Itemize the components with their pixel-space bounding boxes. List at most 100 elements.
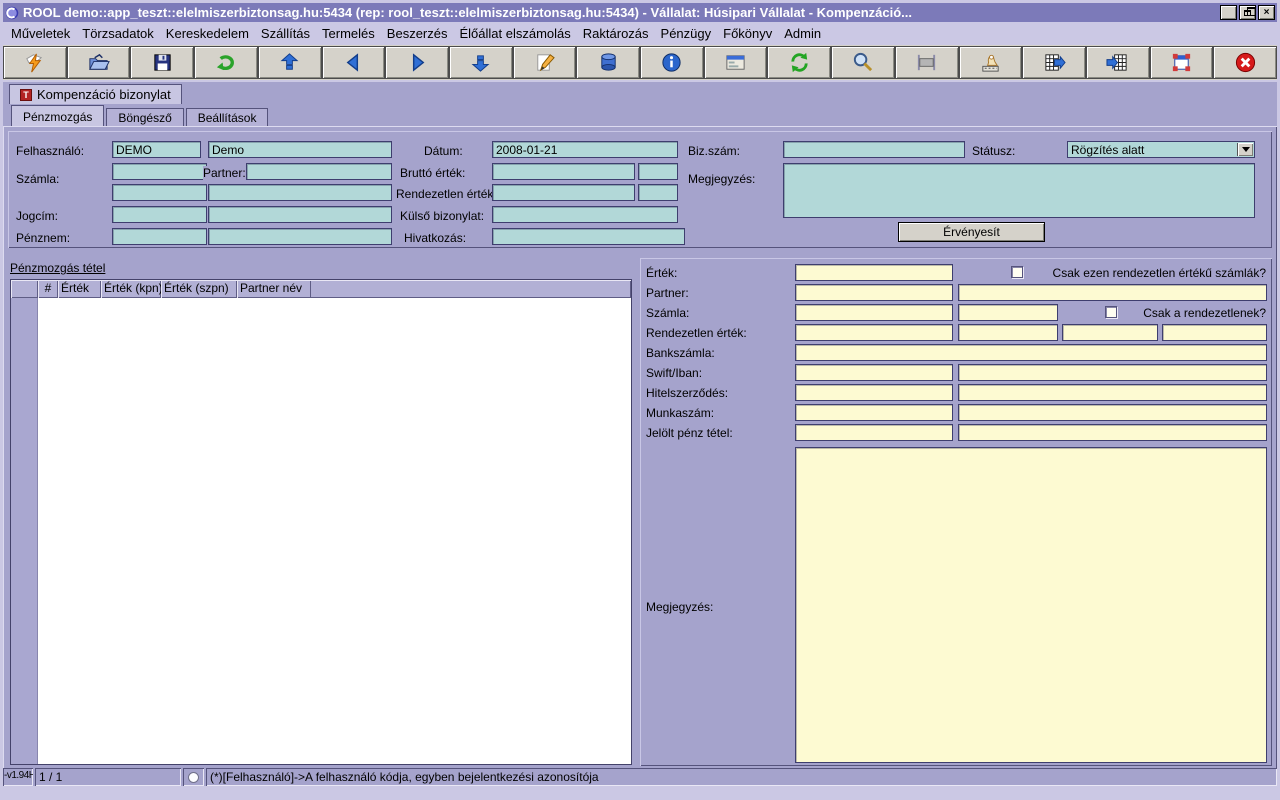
info-button[interactable] [640, 46, 704, 79]
brutto-penznem-input[interactable] [638, 163, 678, 180]
rendezetlen-ertek-input[interactable] [492, 184, 635, 201]
csak-rendezetlenek-checkbox[interactable] [1105, 306, 1117, 318]
nav-last-button[interactable] [449, 46, 513, 79]
minimize-button[interactable]: _ [1220, 5, 1237, 20]
nav-first-button[interactable] [258, 46, 322, 79]
detail-rendezetlen-input-4[interactable] [1162, 324, 1267, 341]
partner-input[interactable] [246, 163, 392, 180]
detail-rendezetlen-input-3[interactable] [1062, 324, 1158, 341]
menu-termeles[interactable]: Termelés [316, 24, 381, 43]
penzmozgas-tetel-table[interactable]: # Érték Érték (kpn) Érték (szpn) Partner… [10, 279, 632, 765]
szamla-input-2[interactable] [112, 184, 207, 201]
save-button[interactable] [130, 46, 194, 79]
detail-szamla-input-1[interactable] [795, 304, 953, 321]
tab-bongeszo[interactable]: Böngésző [106, 108, 183, 126]
rendezetlen-ertek-label: Rendezetlen érték: [396, 187, 497, 201]
jogcim-code-input[interactable] [112, 206, 207, 223]
ervenyesit-button[interactable]: Érvényesít [898, 222, 1045, 242]
menu-fokonyv[interactable]: Főkönyv [717, 24, 778, 43]
brutto-ertek-input[interactable] [492, 163, 635, 180]
tab-kompenzacio-bizonylat[interactable]: T Kompenzáció bizonylat [9, 84, 182, 104]
hivatkozas-input[interactable] [492, 228, 685, 245]
menu-kereskedelem[interactable]: Kereskedelem [160, 24, 255, 43]
detail-szamla-input-2[interactable] [958, 304, 1058, 321]
detail-bankszamla-input[interactable] [795, 344, 1267, 361]
col-header-ertek-szpn[interactable]: Érték (szpn) [161, 280, 237, 298]
window-title: ROOL demo::app_teszt::elelmiszerbiztonsa… [23, 5, 1218, 20]
keyboard-entry-icon [979, 51, 1002, 74]
statusz-dropdown-button[interactable] [1237, 143, 1253, 156]
fullscreen-button[interactable] [1150, 46, 1214, 79]
detail-jelolt-input-2[interactable] [958, 424, 1267, 441]
datum-input[interactable] [492, 141, 678, 158]
col-header-ertek[interactable]: Érték [58, 280, 101, 298]
rendezetlen-penznem-input[interactable] [638, 184, 678, 201]
tab-penzmozgas[interactable]: Pénzmozgás [11, 105, 104, 126]
database-button[interactable] [576, 46, 640, 79]
datum-label: Dátum: [424, 144, 463, 158]
run-button[interactable] [3, 46, 67, 79]
close-button[interactable]: × [1258, 5, 1275, 20]
jogcim-nev-input[interactable] [208, 206, 392, 223]
szamla-nev-input[interactable] [208, 184, 392, 201]
restore-button[interactable] [1239, 5, 1256, 20]
detail-munkaszam-input-2[interactable] [958, 404, 1267, 421]
refresh-button[interactable] [767, 46, 831, 79]
detail-rendezetlen-input-1[interactable] [795, 324, 953, 341]
penzmozgas-tetel-link[interactable]: Pénzmozgás tétel [10, 261, 105, 275]
penznem-nev-input[interactable] [208, 228, 392, 245]
statusz-label: Státusz: [972, 144, 1015, 158]
menu-szallitas[interactable]: Szállítás [255, 24, 316, 43]
csak-rendezetlen-ertek-checkbox[interactable] [1011, 266, 1023, 278]
tab-beallitasok[interactable]: Beállítások [186, 108, 269, 126]
penznem-code-input[interactable] [112, 228, 207, 245]
detail-rendezetlen-input-2[interactable] [958, 324, 1058, 341]
szamla-input-1[interactable] [112, 163, 207, 180]
felhasznalo-code-input[interactable] [112, 141, 201, 158]
save-floppy-icon [151, 51, 174, 74]
table-export-button[interactable] [1022, 46, 1086, 79]
open-button[interactable] [67, 46, 131, 79]
menu-torzsadatok[interactable]: Törzsadatok [76, 24, 160, 43]
menu-admin[interactable]: Admin [778, 24, 827, 43]
kulso-bizonylat-input[interactable] [492, 206, 678, 223]
cancel-button[interactable] [1213, 46, 1277, 79]
keyboard-entry-button[interactable] [959, 46, 1023, 79]
menu-eloallat-elszamolas[interactable]: Élőállat elszámolás [454, 24, 577, 43]
detail-swift-input-2[interactable] [958, 364, 1267, 381]
menu-raktarozas[interactable]: Raktározás [577, 24, 655, 43]
double-down-arrow-icon [469, 51, 492, 74]
detail-ertek-input[interactable] [795, 264, 953, 281]
megjegyzes-textarea[interactable] [783, 163, 1255, 218]
menu-muveletek[interactable]: Műveletek [5, 24, 76, 43]
detail-partner-name-input[interactable] [958, 284, 1267, 301]
search-button[interactable] [831, 46, 895, 79]
felhasznalo-label: Felhasználó: [16, 144, 84, 158]
detail-megjegyzes-textarea[interactable] [795, 447, 1267, 763]
detail-hitel-input-2[interactable] [958, 384, 1267, 401]
detail-hitel-label: Hitelszerződés: [646, 386, 728, 400]
felhasznalo-name-input[interactable] [208, 141, 392, 158]
range-button[interactable] [895, 46, 959, 79]
bizszam-input[interactable] [783, 141, 965, 158]
edit-button[interactable] [513, 46, 577, 79]
detail-jelolt-input-1[interactable] [795, 424, 953, 441]
menu-penzugy[interactable]: Pénzügy [655, 24, 718, 43]
detail-munkaszam-input-1[interactable] [795, 404, 953, 421]
nav-prev-button[interactable] [322, 46, 386, 79]
statusz-dropdown[interactable]: Rögzítés alatt [1067, 141, 1255, 158]
title-bar[interactable]: ROOL demo::app_teszt::elelmiszerbiztonsa… [3, 3, 1277, 22]
nav-next-button[interactable] [385, 46, 449, 79]
col-header-num[interactable]: # [38, 280, 58, 298]
col-header-ertek-kpn[interactable]: Érték (kpn) [101, 280, 161, 298]
detail-swift-input-1[interactable] [795, 364, 953, 381]
menu-beszerzes[interactable]: Beszerzés [381, 24, 454, 43]
table-import-button[interactable] [1086, 46, 1150, 79]
detail-ertek-label: Érték: [646, 266, 677, 280]
detail-partner-code-input[interactable] [795, 284, 953, 301]
undo-button[interactable] [194, 46, 258, 79]
col-header-partner-nev[interactable]: Partner név [237, 280, 311, 298]
detail-hitel-input-1[interactable] [795, 384, 953, 401]
form-window-button[interactable] [704, 46, 768, 79]
row-selector-header [11, 280, 38, 298]
